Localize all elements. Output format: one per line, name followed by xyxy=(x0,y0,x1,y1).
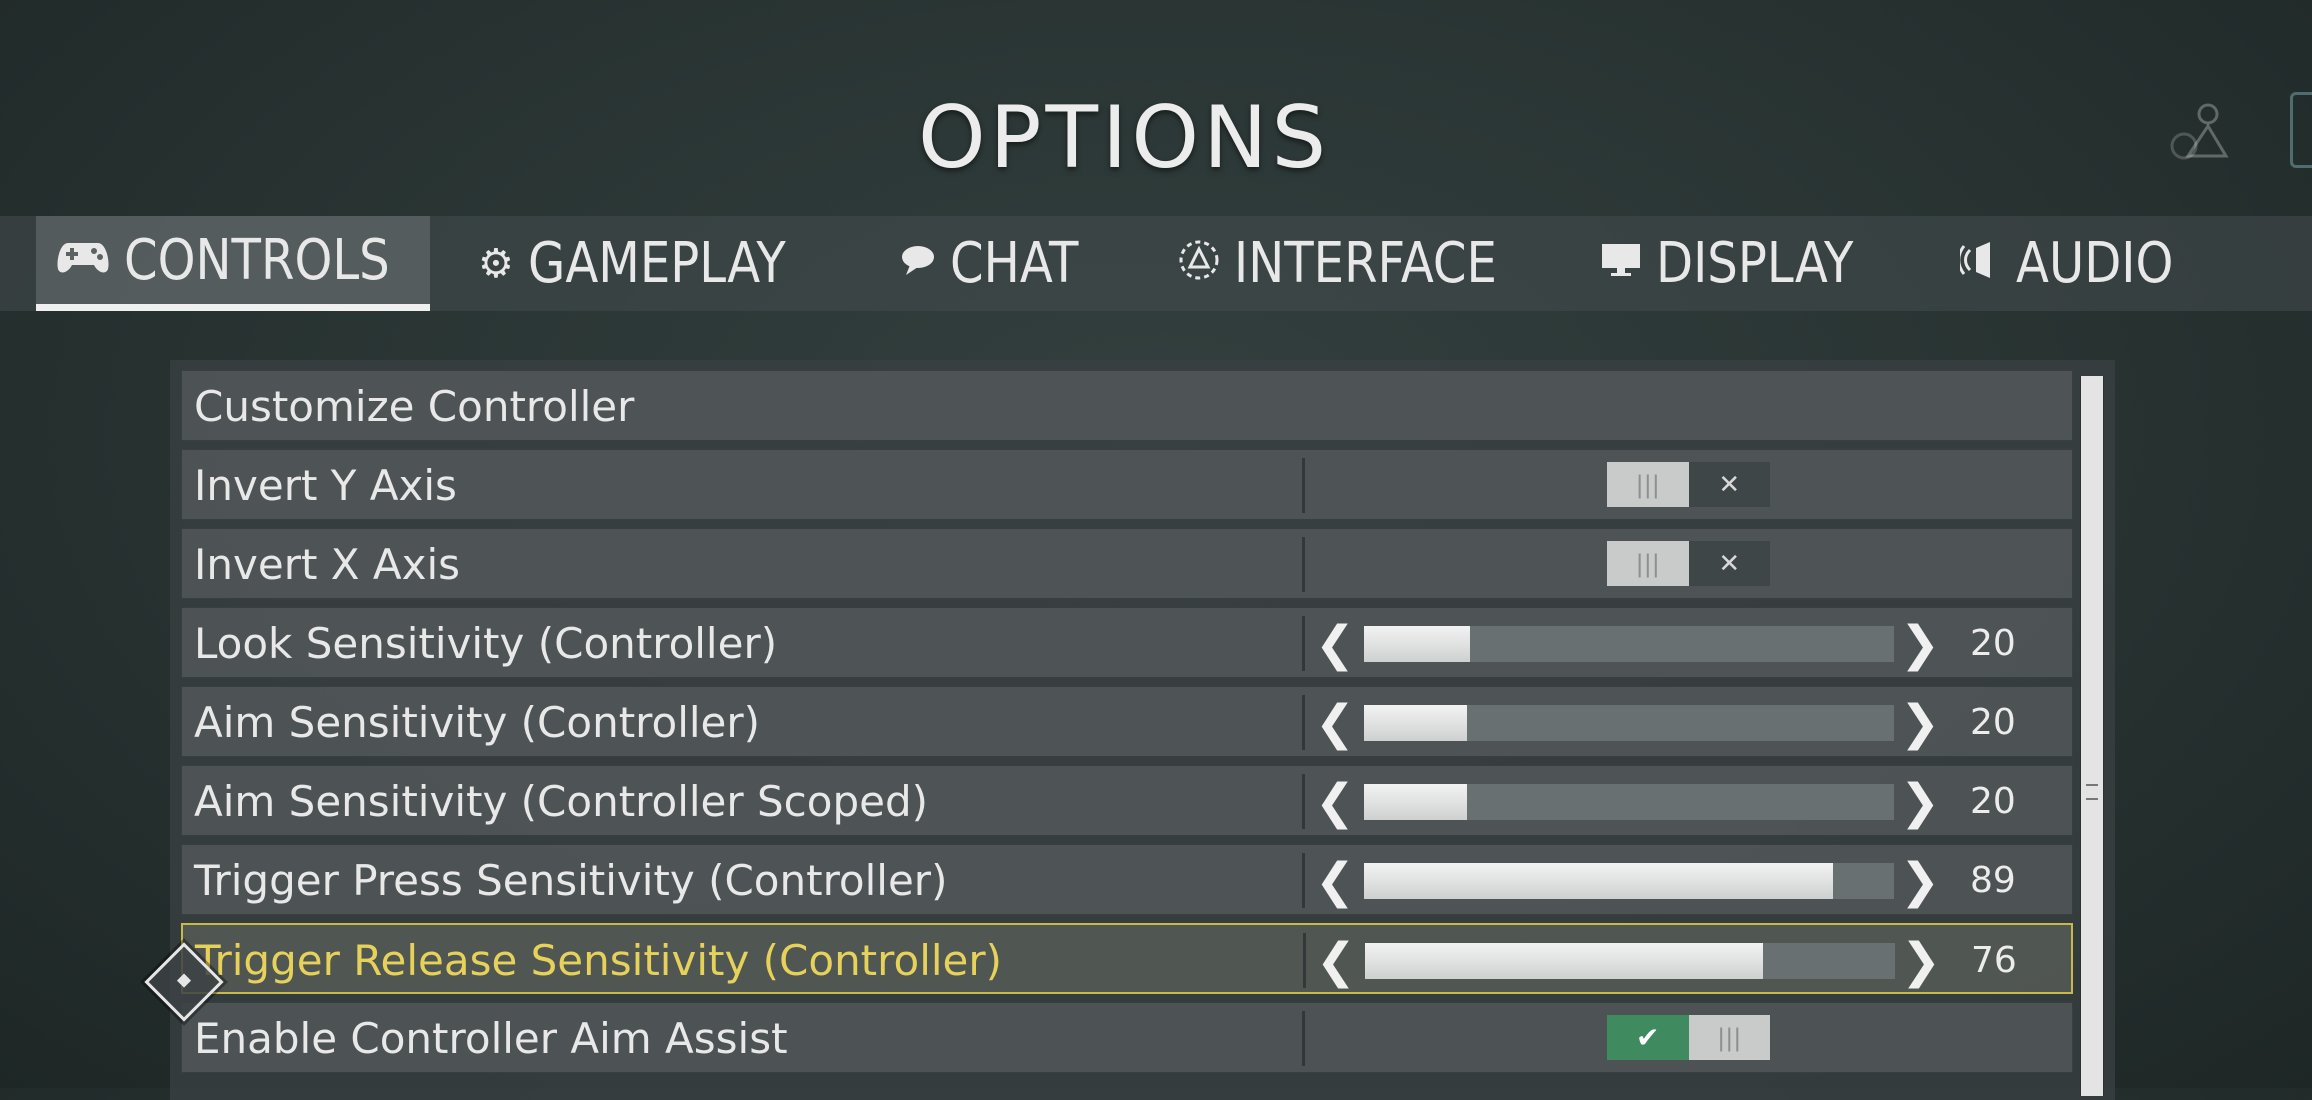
slider-fill xyxy=(1364,626,1470,662)
slider-value: 20 xyxy=(1970,781,2016,822)
setting-row-look-sensitivity[interactable]: Look Sensitivity (Controller) ❮ ❯ 20 xyxy=(181,607,2073,678)
trigger-release-sensitivity-slider[interactable] xyxy=(1365,943,1895,979)
increase-arrow-icon[interactable]: ❯ xyxy=(1900,774,1940,830)
setting-label: Invert X Axis xyxy=(194,540,461,589)
divider xyxy=(1303,933,1306,988)
invert-x-toggle[interactable]: ||| ✕ xyxy=(1607,541,1770,586)
slider-value: 89 xyxy=(1970,860,2016,901)
setting-label: Trigger Press Sensitivity (Controller) xyxy=(194,856,948,905)
speaker-icon xyxy=(1957,240,2002,287)
aim-sensitivity-scoped-slider[interactable] xyxy=(1364,784,1894,820)
setting-label: Aim Sensitivity (Controller) xyxy=(194,698,761,747)
scrollbar-grip-icon xyxy=(2086,784,2098,800)
setting-label: Aim Sensitivity (Controller Scoped) xyxy=(194,777,928,826)
slider-fill xyxy=(1364,705,1468,741)
look-sensitivity-slider[interactable] xyxy=(1364,626,1894,662)
setting-row-customize-controller[interactable]: Customize Controller xyxy=(181,370,2073,441)
setting-row-invert-x-axis[interactable]: Invert X Axis ||| ✕ xyxy=(181,528,2073,599)
increase-arrow-icon[interactable]: ❯ xyxy=(1900,853,1940,909)
page-title: OPTIONS xyxy=(917,88,1331,188)
tab-label: GAMEPLAY xyxy=(527,231,786,296)
setting-label: Look Sensitivity (Controller) xyxy=(194,619,778,668)
divider xyxy=(1302,458,1305,513)
chat-bubble-icon xyxy=(900,243,936,284)
setting-row-trigger-release-sensitivity[interactable]: Trigger Release Sensitivity (Controller)… xyxy=(181,923,2073,994)
tab-audio[interactable]: AUDIO xyxy=(1957,216,2220,311)
setting-row-aim-sensitivity-scoped[interactable]: Aim Sensitivity (Controller Scoped) ❮ ❯ … xyxy=(181,765,2073,836)
close-icon: ✕ xyxy=(1688,462,1770,507)
tab-label: AUDIO xyxy=(2016,231,2174,296)
tab-label: CONTROLS xyxy=(124,227,390,293)
divider xyxy=(1302,853,1305,908)
divider xyxy=(1302,1011,1305,1066)
toggle-knob-icon: ||| xyxy=(1688,1015,1770,1060)
gamepad-icon xyxy=(56,239,110,282)
monitor-icon xyxy=(1600,242,1642,285)
interface-icon xyxy=(1178,239,1220,288)
decrease-arrow-icon[interactable]: ❮ xyxy=(1315,695,1355,751)
slider-value: 20 xyxy=(1970,702,2016,743)
increase-arrow-icon[interactable]: ❯ xyxy=(1900,695,1940,751)
tab-gameplay[interactable]: ⚙ GAMEPLAY xyxy=(478,216,838,311)
options-tab-bar: CONTROLS ⚙ GAMEPLAY CHAT INTERFACE DISPL… xyxy=(0,216,2312,311)
tab-chat[interactable]: CHAT xyxy=(900,216,1130,311)
gear-icon: ⚙ xyxy=(478,240,514,287)
toggle-knob-icon: ||| xyxy=(1607,462,1689,507)
setting-label: Enable Controller Aim Assist xyxy=(194,1014,788,1063)
checkmark-icon: ✔ xyxy=(1607,1015,1689,1060)
slider-value: 76 xyxy=(1971,940,2017,981)
setting-label: Invert Y Axis xyxy=(194,461,457,510)
increase-arrow-icon[interactable]: ❯ xyxy=(1901,933,1941,989)
setting-label: Trigger Release Sensitivity (Controller) xyxy=(195,936,1003,985)
slider-fill xyxy=(1365,943,1763,979)
setting-label: Customize Controller xyxy=(194,382,635,431)
divider xyxy=(1302,695,1305,750)
profile-edge[interactable] xyxy=(2290,92,2312,168)
tab-interface[interactable]: INTERFACE xyxy=(1178,216,1538,311)
toggle-knob-icon: ||| xyxy=(1607,541,1689,586)
setting-row-trigger-press-sensitivity[interactable]: Trigger Press Sensitivity (Controller) ❮… xyxy=(181,844,2073,915)
aim-assist-toggle[interactable]: ✔ ||| xyxy=(1607,1015,1770,1060)
slider-fill xyxy=(1364,784,1468,820)
tab-display[interactable]: DISPLAY xyxy=(1600,216,1900,311)
divider xyxy=(1302,537,1305,592)
slider-fill xyxy=(1364,863,1834,899)
close-icon: ✕ xyxy=(1688,541,1770,586)
increase-arrow-icon[interactable]: ❯ xyxy=(1900,616,1940,672)
setting-row-aim-sensitivity[interactable]: Aim Sensitivity (Controller) ❮ ❯ 20 xyxy=(181,686,2073,757)
tab-controls[interactable]: CONTROLS xyxy=(36,216,430,311)
decrease-arrow-icon[interactable]: ❮ xyxy=(1316,933,1356,989)
trigger-press-sensitivity-slider[interactable] xyxy=(1364,863,1894,899)
decrease-arrow-icon[interactable]: ❮ xyxy=(1315,774,1355,830)
tab-label: CHAT xyxy=(950,231,1079,296)
decrease-arrow-icon[interactable]: ❮ xyxy=(1315,853,1355,909)
decrease-arrow-icon[interactable]: ❮ xyxy=(1315,616,1355,672)
divider xyxy=(1302,616,1305,671)
setting-row-invert-y-axis[interactable]: Invert Y Axis ||| ✕ xyxy=(181,449,2073,520)
invert-y-toggle[interactable]: ||| ✕ xyxy=(1607,462,1770,507)
scrollbar-thumb[interactable] xyxy=(2081,376,2103,1096)
player-rank-icon xyxy=(2158,96,2236,166)
slider-value: 20 xyxy=(1970,623,2016,664)
setting-row-enable-aim-assist[interactable]: Enable Controller Aim Assist ✔ ||| xyxy=(181,1002,2073,1073)
aim-sensitivity-slider[interactable] xyxy=(1364,705,1894,741)
divider xyxy=(1302,774,1305,829)
tab-label: DISPLAY xyxy=(1656,231,1854,296)
tab-label: INTERFACE xyxy=(1234,231,1497,296)
